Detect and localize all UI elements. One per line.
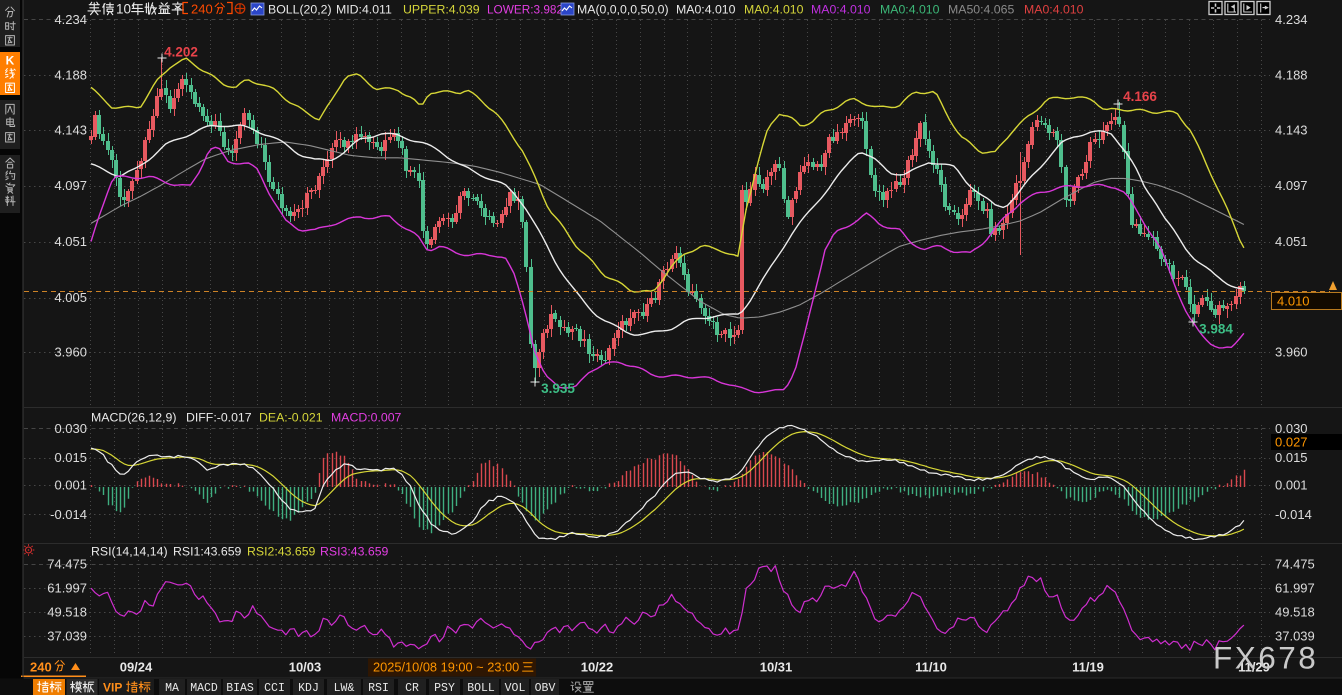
svg-text:4.051: 4.051 [54,234,87,249]
svg-text:DIFF:-0.017: DIFF:-0.017 [186,411,252,425]
svg-text:VOL: VOL [505,682,526,695]
svg-text:MID:4.011: MID:4.011 [336,3,392,17]
svg-text:4.005: 4.005 [54,290,87,305]
svg-text:4.097: 4.097 [54,178,87,193]
svg-text:4.010: 4.010 [1277,294,1310,309]
svg-text:OBV: OBV [535,682,556,695]
svg-text:0.015: 0.015 [1275,450,1308,465]
svg-text:MA0:4.010: MA0:4.010 [880,3,940,17]
svg-text:10/03: 10/03 [289,660,322,675]
svg-text:3.935: 3.935 [541,381,575,396]
svg-text:3.984: 3.984 [1199,322,1233,337]
svg-text:VIP: VIP [103,681,122,695]
svg-text:61.997: 61.997 [47,581,87,596]
svg-text:4.143: 4.143 [1275,122,1308,137]
svg-text:11/19: 11/19 [1072,660,1104,675]
svg-text:MA0:4.010: MA0:4.010 [744,3,804,17]
svg-text:0.027: 0.027 [1275,435,1308,450]
svg-text:MACD: MACD [190,682,218,695]
svg-text:3.960: 3.960 [1275,345,1308,360]
svg-text:MA50:4.065: MA50:4.065 [948,3,1014,17]
svg-text:4.188: 4.188 [54,68,87,83]
svg-text:FX678: FX678 [1213,640,1318,676]
svg-text:74.475: 74.475 [47,557,87,572]
svg-text:RSI1:43.659: RSI1:43.659 [173,545,242,559]
svg-text:MA0:4.010: MA0:4.010 [1024,3,1084,17]
svg-text:0.001: 0.001 [54,478,87,493]
svg-text:4.202: 4.202 [164,45,198,60]
svg-text:4.234: 4.234 [1275,12,1308,27]
svg-text:2025/10/08 19:00 ~ 23:00: 2025/10/08 19:00 ~ 23:00 [373,660,519,675]
svg-text:09/24: 09/24 [120,660,153,675]
svg-text:4.097: 4.097 [1275,178,1308,193]
svg-text:RSI2:43.659: RSI2:43.659 [247,545,316,559]
svg-text:74.475: 74.475 [1275,557,1315,572]
svg-text:RSI3:43.659: RSI3:43.659 [320,545,389,559]
svg-text:MA: MA [165,682,179,695]
svg-text:-0.014: -0.014 [1275,507,1312,522]
svg-text:0.030: 0.030 [54,421,87,436]
svg-text:10/31: 10/31 [760,660,793,675]
svg-text:RSI(14,14,14): RSI(14,14,14) [91,545,168,559]
svg-text:3.960: 3.960 [54,345,87,360]
svg-text:MACD(26,12,9): MACD(26,12,9) [91,411,176,425]
svg-text:49.518: 49.518 [47,605,87,620]
svg-text:BOLL: BOLL [467,682,495,695]
svg-text:K: K [6,54,15,68]
svg-text:4.166: 4.166 [1123,89,1157,104]
svg-text:CCI: CCI [264,682,285,695]
svg-text:LW&: LW& [334,682,355,695]
svg-text:CR: CR [405,682,419,695]
svg-text:49.518: 49.518 [1275,605,1315,620]
svg-text:240: 240 [191,2,213,17]
svg-text:0.001: 0.001 [1275,478,1308,493]
svg-text:PSY: PSY [434,682,455,695]
svg-text:11/10: 11/10 [915,660,947,675]
svg-text:4.234: 4.234 [54,12,87,27]
svg-text:4.188: 4.188 [1275,68,1308,83]
svg-text:KDJ: KDJ [298,682,319,695]
svg-text:10: 10 [116,2,131,17]
svg-text:37.039: 37.039 [47,629,87,644]
svg-text:RSI: RSI [368,682,389,695]
svg-text:4.143: 4.143 [54,122,87,137]
svg-text:LOWER:3.982: LOWER:3.982 [487,3,563,17]
svg-text:BIAS: BIAS [226,682,254,695]
svg-text:0.015: 0.015 [54,450,87,465]
svg-text:MA0:4.010: MA0:4.010 [676,3,736,17]
svg-text:10/22: 10/22 [581,660,614,675]
svg-text:UPPER:4.039: UPPER:4.039 [403,3,480,17]
svg-text:240: 240 [30,660,52,675]
svg-text:MA(0,0,0,0,50,0): MA(0,0,0,0,50,0) [577,3,669,17]
svg-text:MA0:4.010: MA0:4.010 [811,3,871,17]
svg-text:4.051: 4.051 [1275,234,1308,249]
svg-text:61.997: 61.997 [1275,581,1315,596]
svg-text:MACD:0.007: MACD:0.007 [331,411,402,425]
svg-text:DEA:-0.021: DEA:-0.021 [259,411,323,425]
svg-text:-0.014: -0.014 [50,507,87,522]
svg-text:BOLL(20,2): BOLL(20,2) [268,3,332,17]
